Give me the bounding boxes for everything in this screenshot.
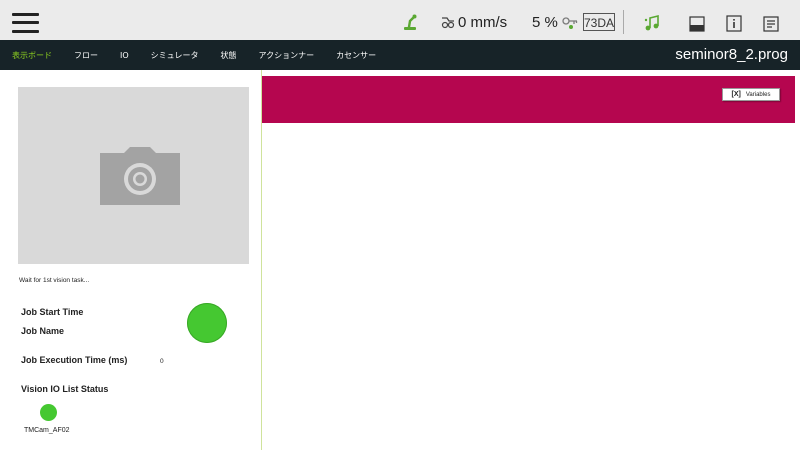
speed-icon <box>441 17 455 29</box>
job-start-time-label: Job Start Time <box>21 307 84 317</box>
top-status-bar: 0 mm/s 5 % 73DA <box>0 0 800 40</box>
panel-icon[interactable] <box>689 16 705 32</box>
project-filename: seminor8_2.prog <box>675 46 788 63</box>
document-icon[interactable] <box>763 16 779 32</box>
tab-flow[interactable]: フロー <box>74 50 98 61</box>
camera-icon <box>100 147 180 205</box>
tab-status[interactable]: 状態 <box>221 50 237 61</box>
robot-arm-icon[interactable] <box>402 13 418 31</box>
job-name-label: Job Name <box>21 326 65 336</box>
panel-divider <box>261 70 262 450</box>
music-note-icon[interactable] <box>643 14 661 32</box>
robot-code-badge: 73DA <box>583 13 615 31</box>
nav-bar: 表示ボード フロー IO シミュレータ 状態 アクションナー カセンサー sem… <box>0 40 800 70</box>
variables-button[interactable]: [X] Variables <box>722 88 780 101</box>
vision-io-status-label: Vision IO List Status <box>21 384 109 394</box>
info-icon[interactable] <box>726 15 742 32</box>
tab-actuator[interactable]: アクションナー <box>259 50 315 61</box>
display-board-header <box>262 76 795 123</box>
job-exec-time-label: Job Execution Time (ms) <box>21 355 128 365</box>
speed-percent: 5 % <box>532 14 558 31</box>
divider <box>623 10 624 34</box>
key-icon <box>562 17 578 29</box>
tab-simulator[interactable]: シミュレータ <box>151 50 199 61</box>
vision-panel: Wait for 1st vision task... Job Start Ti… <box>0 70 261 450</box>
tab-io[interactable]: IO <box>120 51 129 60</box>
nav-tabs: 表示ボード フロー IO シミュレータ 状態 アクションナー カセンサー <box>12 40 398 70</box>
variables-label: Variables <box>745 92 771 98</box>
vision-wait-text: Wait for 1st vision task... <box>19 277 90 284</box>
variables-icon: [X] <box>731 91 741 98</box>
job-exec-time-value: 0 <box>160 358 164 365</box>
camera-preview <box>18 87 249 264</box>
camera-status-indicator <box>40 404 57 421</box>
tab-display-board[interactable]: 表示ボード <box>12 50 52 61</box>
tab-force-sensor[interactable]: カセンサー <box>336 50 376 61</box>
speed-readout: 0 mm/s <box>458 14 508 31</box>
camera-name: TMCam_AF02 <box>24 427 70 434</box>
menu-icon[interactable] <box>12 13 39 33</box>
job-status-indicator <box>187 303 227 343</box>
